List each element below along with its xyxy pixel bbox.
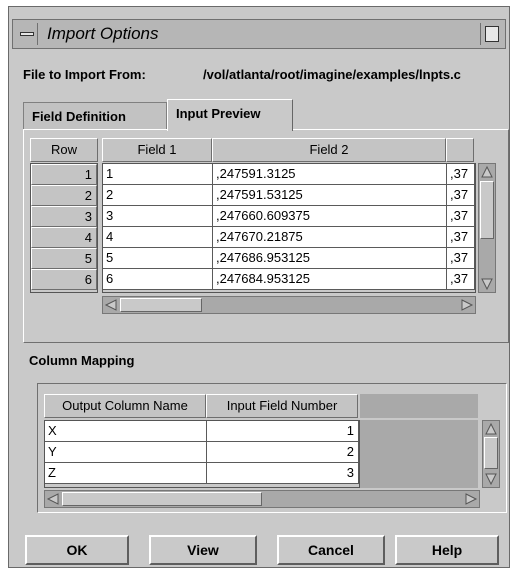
preview-cell[interactable]: 4 <box>103 227 213 248</box>
row-header[interactable]: 6 <box>31 269 97 290</box>
header-filler <box>360 394 478 418</box>
arrow-up-icon[interactable] <box>480 165 494 179</box>
preview-cell[interactable]: ,37 <box>447 185 475 206</box>
preview-cell[interactable]: ,37 <box>447 227 475 248</box>
row-header[interactable]: 5 <box>31 248 97 269</box>
column-mapping-label: Column Mapping <box>29 353 135 368</box>
preview-cell[interactable]: 3 <box>103 206 213 227</box>
arrow-up-icon[interactable] <box>484 422 498 436</box>
column-mapping-panel: Output Column Name Input Field Number X … <box>37 383 507 513</box>
mapping-vertical-scrollbar[interactable] <box>482 420 500 488</box>
mapping-hscroll-thumb[interactable] <box>62 492 262 506</box>
arrow-right-icon[interactable] <box>460 298 474 312</box>
field1-column-header[interactable]: Field 1 <box>102 138 212 162</box>
preview-cell[interactable]: 6 <box>103 269 213 290</box>
arrow-left-icon[interactable] <box>46 492 60 506</box>
preview-cell[interactable]: ,247684.953125 <box>213 269 447 290</box>
input-field-cell[interactable]: 1 <box>207 421 359 442</box>
row-header[interactable]: 2 <box>31 185 97 206</box>
preview-hscroll-thumb[interactable] <box>120 298 202 312</box>
window-title: Import Options <box>47 24 159 43</box>
file-import-label: File to Import From: <box>23 67 146 82</box>
preview-horizontal-scrollbar[interactable] <box>102 296 476 314</box>
preview-cell[interactable]: ,247670.21875 <box>213 227 447 248</box>
mapping-horizontal-scrollbar[interactable] <box>44 490 480 508</box>
row-header-column: 1 2 3 4 5 6 <box>30 163 98 293</box>
preview-cell[interactable]: 5 <box>103 248 213 269</box>
cancel-button[interactable]: Cancel <box>277 535 385 565</box>
preview-cell[interactable]: 1 <box>103 164 213 185</box>
input-field-cell[interactable]: 3 <box>207 463 359 484</box>
preview-cell[interactable]: ,37 <box>447 248 475 269</box>
row-header[interactable]: 3 <box>31 206 97 227</box>
preview-vertical-scrollbar[interactable] <box>478 163 496 293</box>
arrow-right-icon[interactable] <box>464 492 478 506</box>
window-menu-icon <box>20 32 34 36</box>
output-name-cell[interactable]: Z <box>45 463 207 484</box>
preview-cell[interactable]: ,247686.953125 <box>213 248 447 269</box>
preview-cell[interactable]: ,247591.53125 <box>213 185 447 206</box>
preview-cell[interactable]: 2 <box>103 185 213 206</box>
arrow-down-icon[interactable] <box>484 472 498 486</box>
input-field-cell[interactable]: 2 <box>207 442 359 463</box>
input-preview-panel: Row Field 1 Field 2 1 2 3 4 5 6 1 ,24759… <box>23 129 509 343</box>
output-name-cell[interactable]: Y <box>45 442 207 463</box>
maximize-button[interactable] <box>480 23 502 45</box>
window-menu-button[interactable] <box>16 23 38 45</box>
output-column-name-header[interactable]: Output Column Name <box>44 394 206 418</box>
maximize-icon <box>485 26 499 42</box>
mapping-vscroll-thumb[interactable] <box>484 437 498 469</box>
row-header[interactable]: 4 <box>31 227 97 248</box>
output-name-cell[interactable]: X <box>45 421 207 442</box>
row-header[interactable]: 1 <box>31 164 97 185</box>
input-field-number-header[interactable]: Input Field Number <box>206 394 358 418</box>
preview-cell[interactable]: ,37 <box>447 269 475 290</box>
help-button[interactable]: Help <box>395 535 499 565</box>
row-column-header[interactable]: Row <box>30 138 98 162</box>
import-options-window: Import Options File to Import From: /vol… <box>8 6 510 568</box>
field3-column-header[interactable] <box>446 138 474 162</box>
preview-data-grid: 1 ,247591.3125 ,37 2 ,247591.53125 ,37 3… <box>102 163 476 293</box>
preview-vscroll-thumb[interactable] <box>480 181 494 239</box>
view-button[interactable]: View <box>149 535 257 565</box>
preview-cell[interactable]: ,247591.3125 <box>213 164 447 185</box>
tab-field-definition[interactable]: Field Definition <box>23 102 167 130</box>
ok-button[interactable]: OK <box>25 535 129 565</box>
preview-cell[interactable]: ,247660.609375 <box>213 206 447 227</box>
arrow-left-icon[interactable] <box>104 298 118 312</box>
field2-column-header[interactable]: Field 2 <box>212 138 446 162</box>
preview-cell[interactable]: ,37 <box>447 206 475 227</box>
mapping-grid: X 1 Y 2 Z 3 <box>44 420 360 488</box>
grid-filler <box>360 420 478 488</box>
arrow-down-icon[interactable] <box>480 277 494 291</box>
title-bar[interactable]: Import Options <box>12 19 506 49</box>
preview-cell[interactable]: ,37 <box>447 164 475 185</box>
file-path-field[interactable]: /vol/atlanta/root/imagine/examples/lnpts… <box>203 67 461 82</box>
tab-input-preview[interactable]: Input Preview <box>167 99 293 131</box>
